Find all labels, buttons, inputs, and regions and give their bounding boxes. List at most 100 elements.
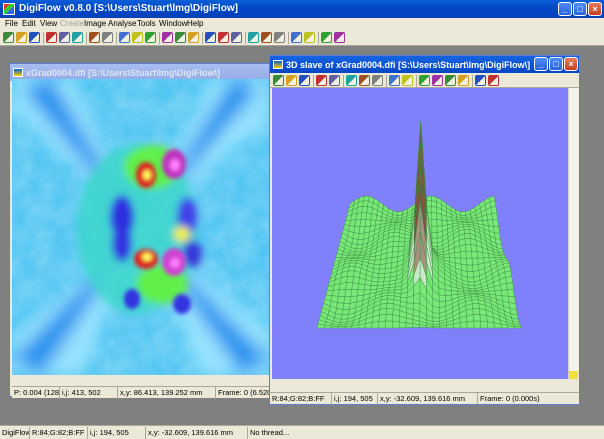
rotate-x-icon[interactable] bbox=[273, 75, 284, 86]
mesh-cell bbox=[392, 241, 400, 247]
mesh-cell bbox=[347, 270, 355, 277]
measure-icon[interactable] bbox=[188, 32, 199, 43]
colour-readout: R:84;G:82;B:FF bbox=[270, 393, 332, 405]
mesh-cell bbox=[476, 251, 484, 259]
mesh-cell bbox=[490, 206, 498, 214]
plot-window-title: 3D slave of xGrad0004.dfi [S:\Users\Stua… bbox=[286, 60, 531, 70]
rotate-y-icon[interactable] bbox=[286, 75, 297, 86]
app-pixel-coords: i,j: 194, 505 bbox=[88, 427, 146, 439]
palette-icon[interactable] bbox=[205, 32, 216, 43]
copy-icon[interactable] bbox=[59, 32, 70, 43]
menu-help[interactable]: Help bbox=[187, 18, 203, 30]
mesh-cell bbox=[339, 282, 347, 291]
menu-tools[interactable]: Tools bbox=[137, 18, 156, 30]
menu-analyse[interactable]: Analyse bbox=[108, 18, 136, 30]
mesh-cell bbox=[431, 232, 438, 239]
mesh-cell bbox=[398, 241, 405, 247]
cut-icon[interactable] bbox=[89, 32, 100, 43]
mesh-cell bbox=[460, 250, 467, 259]
mesh-cell bbox=[378, 268, 386, 275]
view-b-icon[interactable] bbox=[359, 75, 370, 86]
rotate-z-icon[interactable] bbox=[299, 75, 310, 86]
menu-edit[interactable]: Edit bbox=[22, 18, 36, 30]
surface-3d-view[interactable] bbox=[272, 88, 568, 379]
plot-vertical-scrollbar[interactable] bbox=[568, 88, 578, 379]
mesh-cell bbox=[465, 244, 472, 252]
mesh-cell bbox=[471, 250, 478, 259]
world-coords: x,y: 86.413, 139.252 mm bbox=[118, 387, 216, 399]
mesh-cell bbox=[493, 226, 500, 234]
coordinates-icon[interactable] bbox=[175, 32, 186, 43]
mesh-cell bbox=[491, 212, 498, 221]
mesh-cell bbox=[505, 276, 513, 284]
render-icon[interactable] bbox=[389, 75, 400, 86]
mesh-cell bbox=[465, 250, 473, 259]
mesh-cell bbox=[385, 320, 393, 329]
pointer-icon[interactable] bbox=[475, 75, 486, 86]
mesh-cell bbox=[340, 276, 348, 284]
new-icon[interactable] bbox=[3, 32, 14, 43]
hand-icon[interactable] bbox=[231, 32, 242, 43]
save-icon[interactable] bbox=[29, 32, 40, 43]
maximize-button[interactable]: □ bbox=[573, 2, 587, 16]
zoom-in-icon[interactable] bbox=[329, 75, 340, 86]
plot-maximize-button[interactable]: □ bbox=[549, 57, 563, 71]
arrow-icon[interactable] bbox=[321, 32, 332, 43]
zoom-out-icon[interactable] bbox=[132, 32, 143, 43]
toolbar-separator bbox=[386, 75, 387, 87]
plot-close-button[interactable]: × bbox=[564, 57, 578, 71]
undo-icon[interactable] bbox=[102, 32, 113, 43]
mesh-cell bbox=[385, 314, 394, 322]
view-a-icon[interactable] bbox=[346, 75, 357, 86]
refresh-icon[interactable] bbox=[261, 32, 272, 43]
plot-minimize-button[interactable]: _ bbox=[534, 57, 548, 71]
colour-icon[interactable] bbox=[432, 75, 443, 86]
plot-window-title-bar[interactable]: 3D slave of xGrad0004.dfi [S:\Users\Stua… bbox=[270, 56, 579, 73]
paste-icon[interactable] bbox=[72, 32, 83, 43]
app-world-coords: x,y: -32.609, 139.616 mm bbox=[146, 427, 248, 439]
menu-image[interactable]: Image bbox=[84, 18, 106, 30]
histogram-icon[interactable] bbox=[218, 32, 229, 43]
mesh-cell bbox=[378, 320, 387, 329]
scroll-marker[interactable] bbox=[569, 371, 578, 379]
palette-icon[interactable] bbox=[458, 75, 469, 86]
mesh-cell bbox=[341, 309, 350, 316]
mesh-cell bbox=[506, 282, 514, 291]
mesh-cell bbox=[339, 318, 348, 323]
light-icon[interactable] bbox=[445, 75, 456, 86]
mesh-cell bbox=[466, 264, 474, 272]
mesh-cell bbox=[466, 314, 474, 323]
menu-file[interactable]: File bbox=[5, 18, 18, 30]
mesh-cell bbox=[342, 302, 351, 310]
mesh-cell bbox=[432, 312, 440, 319]
main-title-bar[interactable]: DigiFlow v0.8.0 [S:\Users\Stuart\lmg\Dig… bbox=[0, 0, 604, 18]
pointer-icon[interactable] bbox=[334, 32, 345, 43]
mesh-cell bbox=[386, 298, 395, 305]
digiflow-app-icon[interactable] bbox=[3, 3, 15, 15]
menu-window[interactable]: Window bbox=[159, 18, 187, 30]
grid-icon[interactable] bbox=[419, 75, 430, 86]
print-icon[interactable] bbox=[46, 32, 57, 43]
close-button[interactable]: × bbox=[588, 2, 602, 16]
menu-create[interactable]: Create bbox=[60, 18, 84, 30]
zoom-in-icon[interactable] bbox=[119, 32, 130, 43]
view-c-icon[interactable] bbox=[372, 75, 383, 86]
mesh-cell bbox=[385, 308, 394, 316]
select-icon[interactable] bbox=[162, 32, 173, 43]
fit-icon[interactable] bbox=[145, 32, 156, 43]
zoom-out-icon[interactable] bbox=[316, 75, 327, 86]
mesh-icon[interactable] bbox=[402, 75, 413, 86]
export-icon[interactable] bbox=[274, 32, 285, 43]
colour-bar-icon[interactable] bbox=[248, 32, 259, 43]
open-icon[interactable] bbox=[16, 32, 27, 43]
minimize-button[interactable]: _ bbox=[558, 2, 572, 16]
reset-icon[interactable] bbox=[488, 75, 499, 86]
wrench-icon[interactable] bbox=[291, 32, 302, 43]
cross-icon[interactable] bbox=[304, 32, 315, 43]
menu-view[interactable]: View bbox=[40, 18, 57, 30]
mesh-cell bbox=[467, 276, 475, 283]
mesh-cell bbox=[391, 320, 400, 329]
mesh-cell bbox=[378, 273, 386, 279]
mesh-cell bbox=[432, 325, 441, 329]
gradient-field-image[interactable] bbox=[12, 79, 269, 375]
